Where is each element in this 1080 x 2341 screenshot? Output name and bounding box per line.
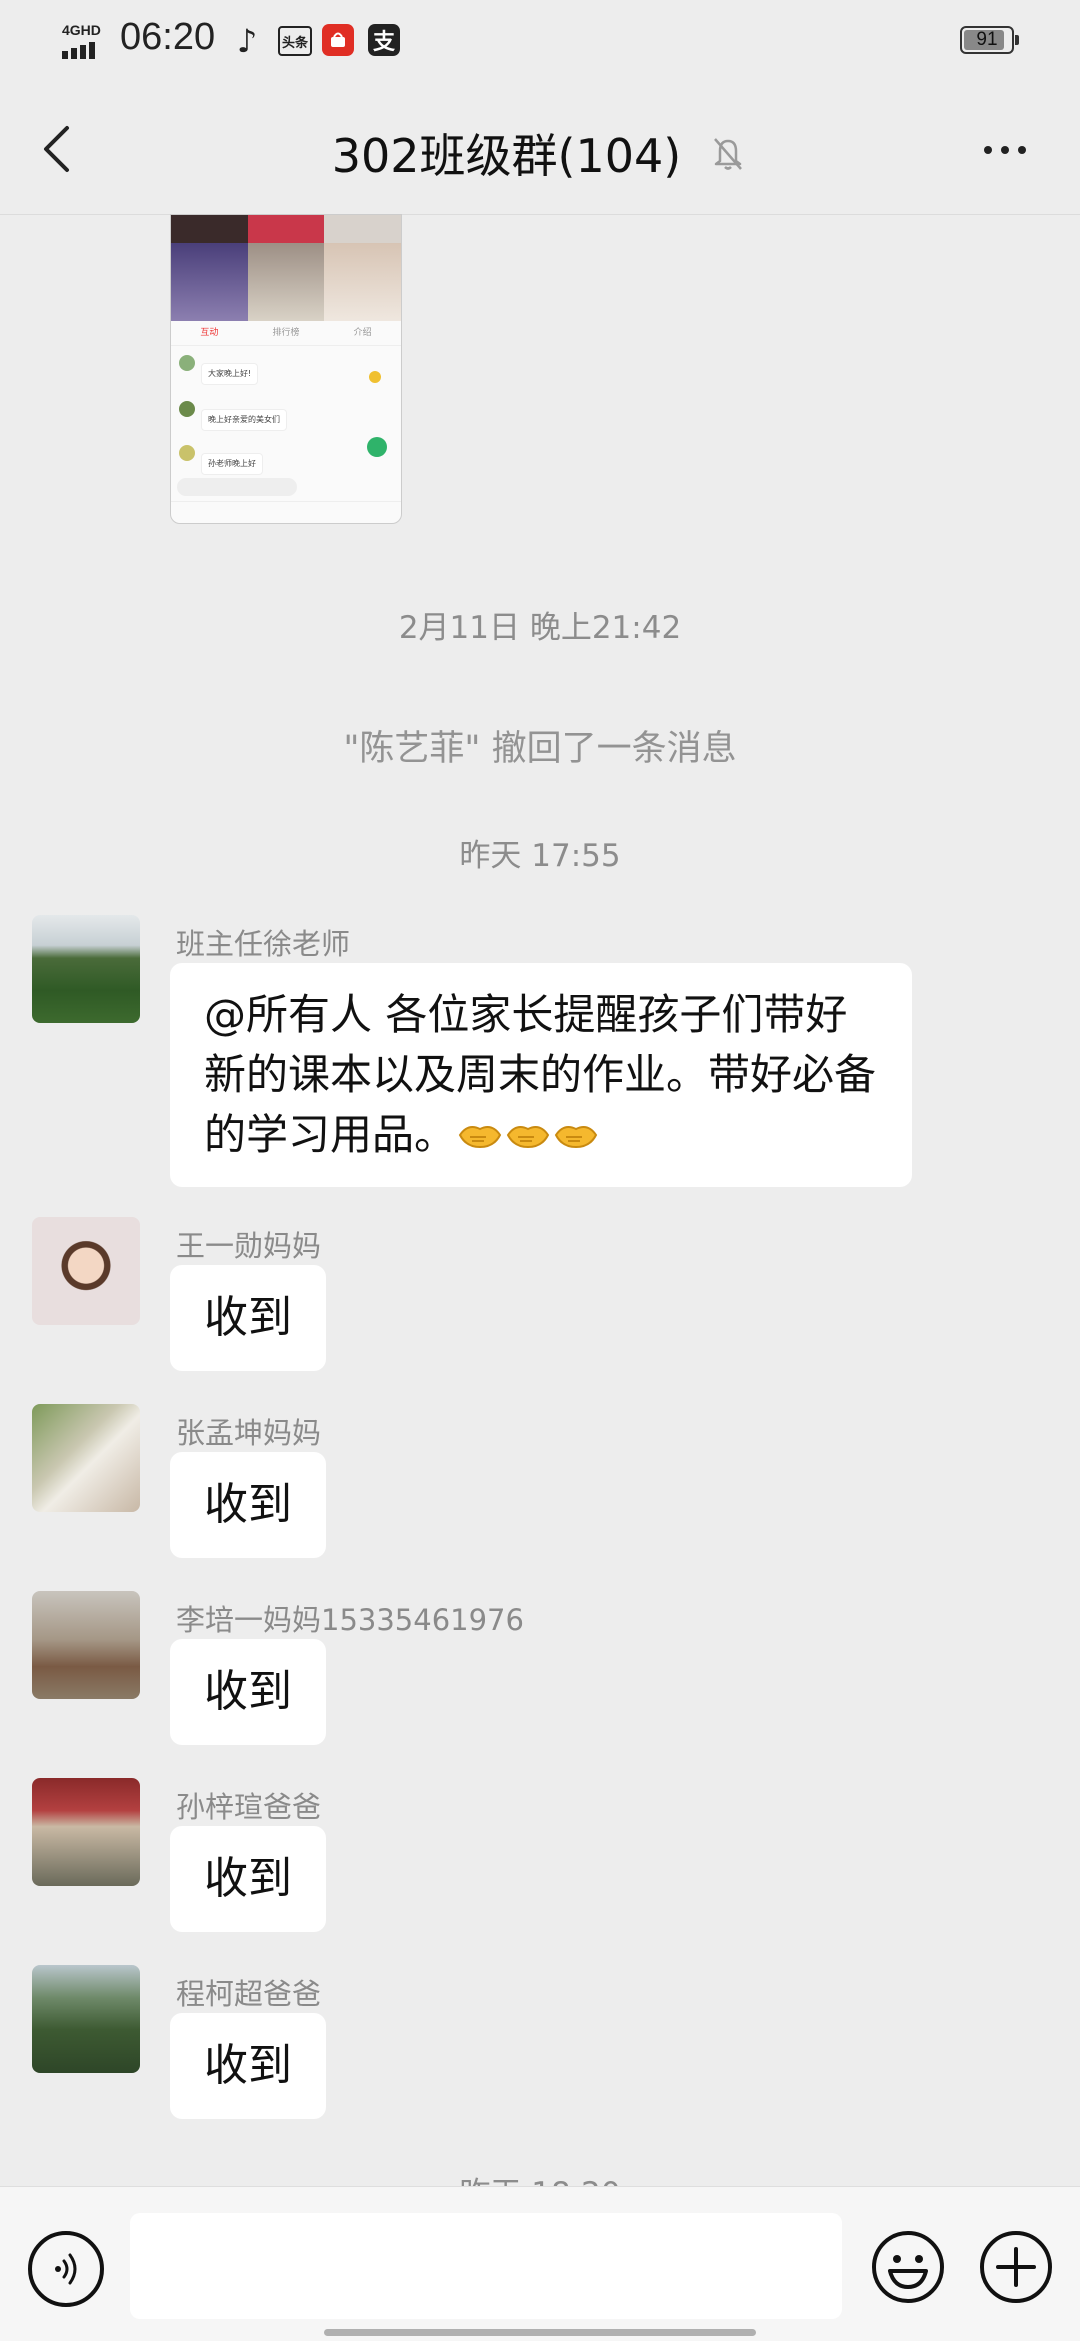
avatar[interactable]: [32, 1404, 140, 1512]
image-tab: 互动: [200, 328, 219, 338]
dot-icon: [1001, 146, 1009, 154]
avatar[interactable]: [32, 1778, 140, 1886]
message-bubble[interactable]: 收到: [170, 1452, 326, 1558]
mute-bell-icon: [714, 138, 743, 170]
message-bubble[interactable]: 收到: [170, 1826, 326, 1932]
plus-icon[interactable]: [978, 2229, 1054, 2305]
avatar[interactable]: [32, 1217, 140, 1325]
message-bubble[interactable]: 收到: [170, 1639, 326, 1745]
avatar[interactable]: [32, 915, 140, 1023]
status-bar: 4GHD 06:20 ♪ 头条 支 91: [0, 0, 1080, 84]
image-comment: 孙老师晚上好: [201, 453, 263, 475]
clock: 06:20: [120, 16, 216, 58]
timestamp: 昨天 17:55: [459, 838, 621, 874]
alipay-icon: 支: [368, 24, 400, 56]
voice-icon: [55, 2253, 77, 2285]
battery-icon: 91: [960, 26, 1019, 54]
image-comment: 大家晚上好!: [201, 363, 259, 385]
timestamp: 2月11日 晚上21:42: [398, 610, 682, 646]
pinduoduo-icon: [322, 24, 354, 56]
network-type: 4GHD: [62, 22, 101, 38]
home-indicator[interactable]: [324, 2329, 756, 2336]
tiktok-icon: ♪: [236, 22, 258, 60]
voice-button[interactable]: [28, 2231, 104, 2307]
image-tabs: 互动 排行榜 介绍: [171, 321, 401, 346]
handshake-emoji-icon: [458, 1126, 502, 1149]
page-title: 302班级群(104): [331, 129, 682, 183]
sender-name: 孙梓瑄爸爸: [176, 1790, 322, 1824]
input-bar: [0, 2186, 1080, 2341]
sender-name: 李培一妈妈15335461976: [176, 1603, 524, 1637]
dot-icon: [1018, 146, 1026, 154]
sender-name: 王一勋妈妈: [176, 1229, 322, 1263]
network-signal-icon: 4GHD: [62, 22, 114, 62]
sender-name: 班主任徐老师: [176, 927, 351, 961]
sender-name: 张孟坤妈妈: [176, 1416, 322, 1450]
shared-image-message[interactable]: 互动 排行榜 介绍 大家晚上好! 晚上好亲爱的美女们 孙老师晚上好: [170, 214, 402, 524]
chat-header: 302班级群(104): [0, 84, 1080, 215]
image-tab: 排行榜: [272, 328, 300, 338]
message-bubble[interactable]: @所有人 各位家长提醒孩子们带好新的课本以及周末的作业。带好必备的学习用品。: [170, 963, 912, 1187]
image-comment: 晚上好亲爱的美女们: [201, 409, 287, 431]
sender-name: 程柯超爸爸: [176, 1977, 322, 2011]
more-options-button[interactable]: [960, 128, 1050, 172]
handshake-emoji-icon: [506, 1126, 550, 1149]
emoji-icon[interactable]: [870, 2229, 946, 2305]
avatar[interactable]: [32, 1591, 140, 1699]
message-bubble[interactable]: 收到: [170, 1265, 326, 1371]
avatar[interactable]: [32, 1965, 140, 2073]
dot-icon: [984, 146, 992, 154]
image-tab: 介绍: [353, 328, 372, 338]
message-bubble[interactable]: 收到: [170, 2013, 326, 2119]
handshake-emoji-icon: [554, 1126, 598, 1149]
battery-level: 91: [976, 29, 998, 50]
toutiao-icon: 头条: [278, 26, 312, 56]
recall-notice: "陈艺菲" 撤回了一条消息: [343, 729, 737, 769]
message-input[interactable]: [130, 2213, 842, 2319]
